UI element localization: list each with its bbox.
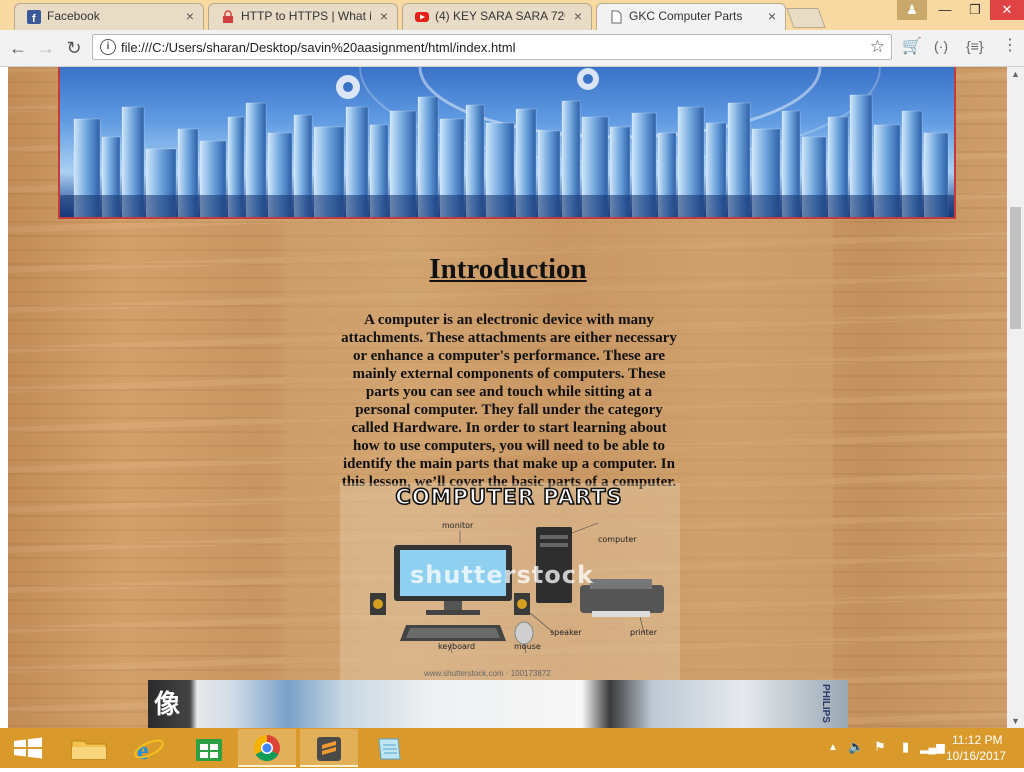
- label-speaker: speaker: [550, 628, 582, 637]
- scroll-up-arrow-icon[interactable]: ▲: [1011, 69, 1020, 79]
- close-window-button[interactable]: ✕: [990, 0, 1024, 20]
- extension-icon[interactable]: (·): [934, 38, 948, 54]
- intro-heading: Introduction: [429, 253, 587, 285]
- label-monitor: monitor: [442, 521, 474, 530]
- store-photo: 像 PHILIPS: [148, 680, 848, 728]
- tab-title: GKC Computer Parts: [629, 9, 743, 23]
- image-credit: www.shutterstock.com · 100173872: [424, 669, 551, 678]
- vertical-scrollbar[interactable]: ▲ ▼: [1007, 67, 1024, 728]
- start-button[interactable]: [0, 729, 58, 767]
- svg-text:e: e: [137, 736, 149, 765]
- new-tab-button[interactable]: [786, 8, 826, 28]
- tab-http-to-https[interactable]: HTTP to HTTPS | What is ×: [208, 3, 398, 30]
- label-computer: computer: [598, 535, 637, 544]
- tab-gkc-computer-parts[interactable]: GKC Computer Parts ×: [596, 3, 786, 30]
- battery-icon[interactable]: ▮: [902, 739, 909, 755]
- address-bar[interactable]: i file:///C:/Users/sharan/Desktop/savin%…: [92, 34, 892, 60]
- image-watermark: shutterstock: [410, 561, 594, 589]
- tab-title: (4) KEY SARA SARA 720p: [435, 9, 565, 23]
- scroll-down-arrow-icon[interactable]: ▼: [1011, 716, 1020, 726]
- volume-icon[interactable]: 🔈: [848, 739, 864, 755]
- label-keyboard: keyboard: [438, 642, 476, 651]
- page-viewport: Introduction A computer is an electronic…: [0, 67, 1024, 728]
- tab-close-icon[interactable]: ×: [380, 8, 388, 24]
- tab-title: HTTP to HTTPS | What is: [241, 9, 371, 23]
- minimize-button[interactable]: —: [930, 0, 960, 20]
- tab-title: Facebook: [47, 9, 100, 23]
- reload-icon[interactable]: ↻: [62, 36, 86, 60]
- chrome-icon: [253, 734, 280, 762]
- show-hidden-icons-icon[interactable]: ▲: [828, 742, 838, 753]
- clock-date[interactable]: 10/16/2017: [946, 749, 1006, 763]
- tab-youtube[interactable]: (4) KEY SARA SARA 720p ×: [402, 3, 592, 30]
- store-icon: [196, 739, 222, 761]
- page-edge: [0, 67, 8, 728]
- browser-toolbar: ← → ↻ i file:///C:/Users/sharan/Desktop/…: [0, 30, 1024, 67]
- intro-paragraph: A computer is an electronic device with …: [341, 312, 677, 490]
- tab-close-icon[interactable]: ×: [186, 8, 194, 24]
- clock-time[interactable]: 11:12 PM: [952, 733, 1002, 747]
- json-extension-icon[interactable]: {≡}: [966, 38, 984, 54]
- cart-extension-icon[interactable]: 🛒: [902, 36, 922, 56]
- sublime-text-icon: [317, 737, 341, 761]
- city-skyline-image: [60, 67, 954, 217]
- photo-brand-text: PHILIPS: [819, 684, 831, 723]
- facebook-icon: f: [27, 10, 41, 24]
- info-icon[interactable]: i: [100, 39, 116, 55]
- header-banner: [58, 67, 956, 219]
- store-button[interactable]: [180, 729, 238, 767]
- tab-close-icon[interactable]: ×: [768, 8, 776, 24]
- windows-taskbar: e ▲ 🔈 ⚑ ▮ ▂▄▆ 11:12 PM 10/16/2017: [0, 728, 1024, 768]
- menu-icon[interactable]: ⋮: [1002, 35, 1018, 55]
- document-icon: [611, 10, 622, 24]
- parts-image-title: COMPUTER PARTS: [395, 484, 623, 510]
- label-mouse: mouse: [514, 642, 541, 651]
- youtube-icon: [415, 12, 429, 22]
- address-text[interactable]: file:///C:/Users/sharan/Desktop/savin%20…: [121, 40, 516, 55]
- computer-parts-image: COMPUTER PARTS monitor computer keyboard…: [340, 483, 680, 683]
- internet-explorer-icon: e: [134, 736, 164, 765]
- svg-text:f: f: [32, 13, 36, 24]
- folder-icon: [71, 740, 107, 760]
- tab-close-icon[interactable]: ×: [574, 8, 582, 24]
- scrollbar-thumb[interactable]: [1010, 207, 1021, 329]
- tab-facebook[interactable]: f Facebook ×: [14, 3, 204, 30]
- photo-sign-text: 像: [154, 689, 181, 719]
- back-arrow-icon[interactable]: ←: [6, 36, 30, 60]
- forward-arrow-icon[interactable]: →: [34, 36, 58, 60]
- sublime-text-button[interactable]: [300, 729, 358, 767]
- tab-strip: f Facebook × HTTP to HTTPS | What is × (…: [0, 0, 1024, 30]
- maximize-button[interactable]: ❐: [960, 0, 990, 20]
- notepad-button[interactable]: [360, 729, 418, 767]
- bookmark-star-icon[interactable]: ☆: [870, 37, 885, 57]
- chrome-button[interactable]: [238, 729, 296, 767]
- file-explorer-button[interactable]: [60, 729, 118, 767]
- internet-explorer-button[interactable]: e: [120, 729, 178, 767]
- network-signal-icon[interactable]: ▂▄▆: [920, 741, 945, 754]
- action-center-flag-icon[interactable]: ⚑: [874, 739, 886, 755]
- windows-logo-icon: [14, 737, 42, 759]
- notepad-icon: [378, 738, 401, 760]
- label-printer: printer: [630, 628, 658, 637]
- lock-icon: [223, 10, 233, 23]
- user-profile-icon[interactable]: ♟: [897, 0, 927, 20]
